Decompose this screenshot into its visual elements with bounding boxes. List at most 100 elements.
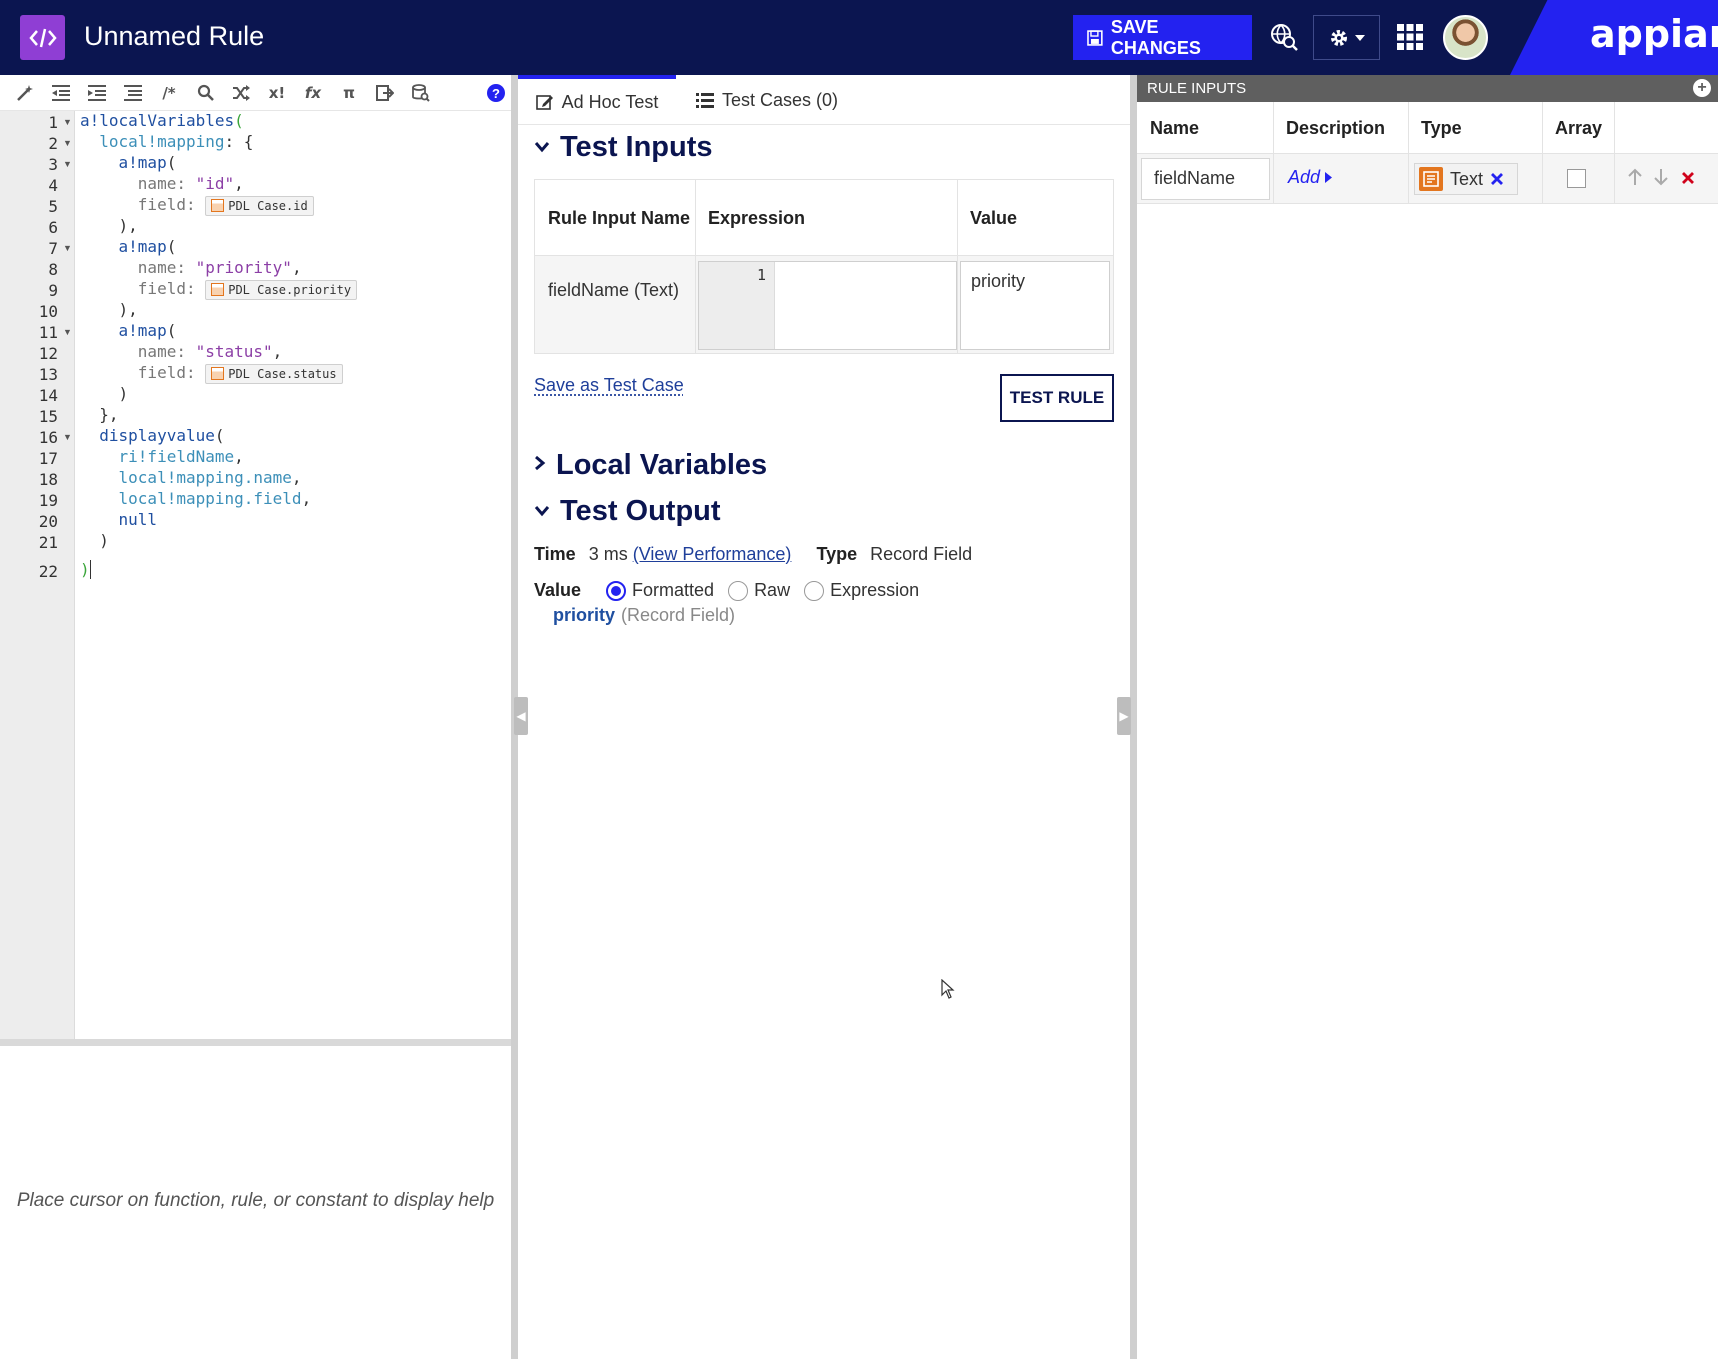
tab-test-cases[interactable]: Test Cases (0) — [696, 75, 838, 125]
fold-toggle-icon[interactable]: ▼ — [63, 117, 72, 127]
column-header: Description — [1286, 102, 1385, 154]
fold-toggle-icon[interactable]: ▼ — [63, 243, 72, 253]
record-type-icon — [211, 283, 224, 296]
export-icon[interactable] — [374, 82, 396, 104]
list-icon — [696, 93, 714, 108]
token-key: field: — [138, 195, 196, 214]
expression-input[interactable]: 1 — [698, 261, 957, 350]
globe-search-icon[interactable] — [1265, 18, 1303, 56]
test-inputs-header[interactable]: Test Inputs — [534, 131, 713, 164]
add-rule-input-icon[interactable]: + — [1693, 79, 1711, 97]
function-icon[interactable]: fx — [302, 82, 324, 104]
radio-label: Expression — [830, 580, 919, 601]
user-avatar[interactable] — [1443, 15, 1488, 60]
output-value-row: Value Formatted Raw Expression — [534, 580, 933, 601]
token-function: a!map — [119, 237, 167, 256]
radio-raw[interactable]: Raw — [728, 580, 790, 601]
appian-logo: appian — [1590, 12, 1718, 56]
fold-toggle-icon[interactable]: ▼ — [63, 432, 72, 442]
rule-input-name-field[interactable]: fieldName — [1141, 158, 1270, 200]
constant-icon[interactable]: π — [338, 82, 360, 104]
apps-grid-icon[interactable] — [1391, 18, 1429, 56]
collapse-left-icon[interactable]: ◀ — [514, 697, 528, 735]
token-key: name: — [138, 174, 186, 193]
token-function: a!map — [119, 153, 167, 172]
save-changes-button[interactable]: SAVE CHANGES — [1073, 15, 1252, 60]
collapse-right-icon[interactable]: ▶ — [1117, 697, 1131, 735]
line-number: 8 — [0, 260, 58, 279]
line-number: 11 — [0, 323, 58, 342]
value-label: Value — [534, 580, 581, 601]
shuffle-icon[interactable] — [230, 82, 252, 104]
delete-row-icon[interactable] — [1681, 168, 1695, 190]
radio-expression[interactable]: Expression — [804, 580, 919, 601]
text-type-icon — [1419, 167, 1443, 191]
table-header: Rule Input Name Expression Value — [535, 180, 1113, 256]
type-pill[interactable]: Text — [1414, 163, 1518, 195]
editor-toolbar: /* x! fx π — [0, 75, 511, 111]
code-line-14: ) — [80, 384, 128, 403]
record-field-chip[interactable]: PDL Case.priority — [205, 280, 357, 300]
magic-wand-icon[interactable] — [14, 82, 36, 104]
type-label: Type — [816, 544, 857, 565]
code-line-11: a!map( — [80, 321, 176, 340]
section-title: Test Output — [560, 495, 721, 528]
tab-label: Test Cases (0) — [722, 90, 838, 111]
line-number: 4 — [0, 176, 58, 195]
fold-toggle-icon[interactable]: ▼ — [63, 138, 72, 148]
test-rule-button[interactable]: TEST RULE — [1000, 374, 1114, 422]
function-help-text: Place cursor on function, rule, or const… — [0, 1190, 511, 1212]
local-variables-header[interactable]: Local Variables — [534, 449, 767, 482]
rule-inputs-title: RULE INPUTS — [1147, 80, 1246, 97]
code-line-21: ) — [80, 531, 109, 550]
tab-ad-hoc-test[interactable]: Ad Hoc Test — [518, 75, 676, 125]
code-line-18: local!mapping.name, — [80, 468, 302, 487]
line-number: 3 — [0, 155, 58, 174]
radio-formatted[interactable]: Formatted — [606, 580, 714, 601]
line-number: 7 — [0, 239, 58, 258]
view-performance-link[interactable]: (View Performance) — [633, 544, 792, 565]
output-result: priority (Record Field) — [553, 605, 735, 626]
line-number: 1 — [0, 113, 58, 132]
rule-inputs-header: Name Description Type Array — [1137, 102, 1718, 154]
expression-rule-icon — [20, 15, 65, 60]
search-icon[interactable] — [194, 82, 216, 104]
settings-menu-button[interactable] — [1313, 15, 1380, 60]
record-field-chip[interactable]: PDL Case.id — [205, 196, 313, 216]
test-output-header[interactable]: Test Output — [534, 495, 721, 528]
format-list-icon[interactable] — [122, 82, 144, 104]
code-line-17: ri!fieldName, — [80, 447, 244, 466]
move-up-icon[interactable] — [1627, 168, 1643, 191]
chevron-down-icon — [534, 137, 550, 158]
array-checkbox[interactable] — [1567, 169, 1586, 188]
chevron-down-icon — [534, 501, 550, 522]
code-line-16: displayvalue( — [80, 426, 225, 445]
code-line-6: ), — [80, 216, 138, 235]
query-icon[interactable] — [410, 82, 432, 104]
right-splitter[interactable] — [1130, 75, 1137, 1359]
line-number: 15 — [0, 407, 58, 426]
comment-icon[interactable]: /* — [158, 82, 180, 104]
variable-icon[interactable]: x! — [266, 82, 288, 104]
help-icon[interactable]: ? — [487, 84, 505, 102]
token-function: a!map — [119, 321, 167, 340]
outdent-icon[interactable] — [50, 82, 72, 104]
move-down-icon[interactable] — [1653, 168, 1669, 191]
fold-toggle-icon[interactable]: ▼ — [63, 159, 72, 169]
indent-icon[interactable] — [86, 82, 108, 104]
remove-type-icon[interactable] — [1490, 172, 1504, 186]
section-title: Local Variables — [556, 449, 767, 482]
save-as-test-case-link[interactable]: Save as Test Case — [534, 375, 684, 396]
line-number: 17 — [0, 449, 58, 468]
record-field-chip[interactable]: PDL Case.status — [205, 364, 342, 384]
token-key: field: — [138, 279, 196, 298]
add-description-link[interactable]: Add — [1288, 167, 1332, 188]
code-line-5: field: PDL Case.id — [80, 195, 314, 216]
caret-right-icon — [1325, 172, 1332, 183]
rule-inputs-bar: RULE INPUTS — [1137, 75, 1718, 102]
editor-help-divider[interactable] — [0, 1039, 511, 1046]
fold-toggle-icon[interactable]: ▼ — [63, 327, 72, 337]
token-string: "id" — [196, 174, 235, 193]
gear-icon — [1329, 28, 1349, 48]
code-line-7: a!map( — [80, 237, 176, 256]
